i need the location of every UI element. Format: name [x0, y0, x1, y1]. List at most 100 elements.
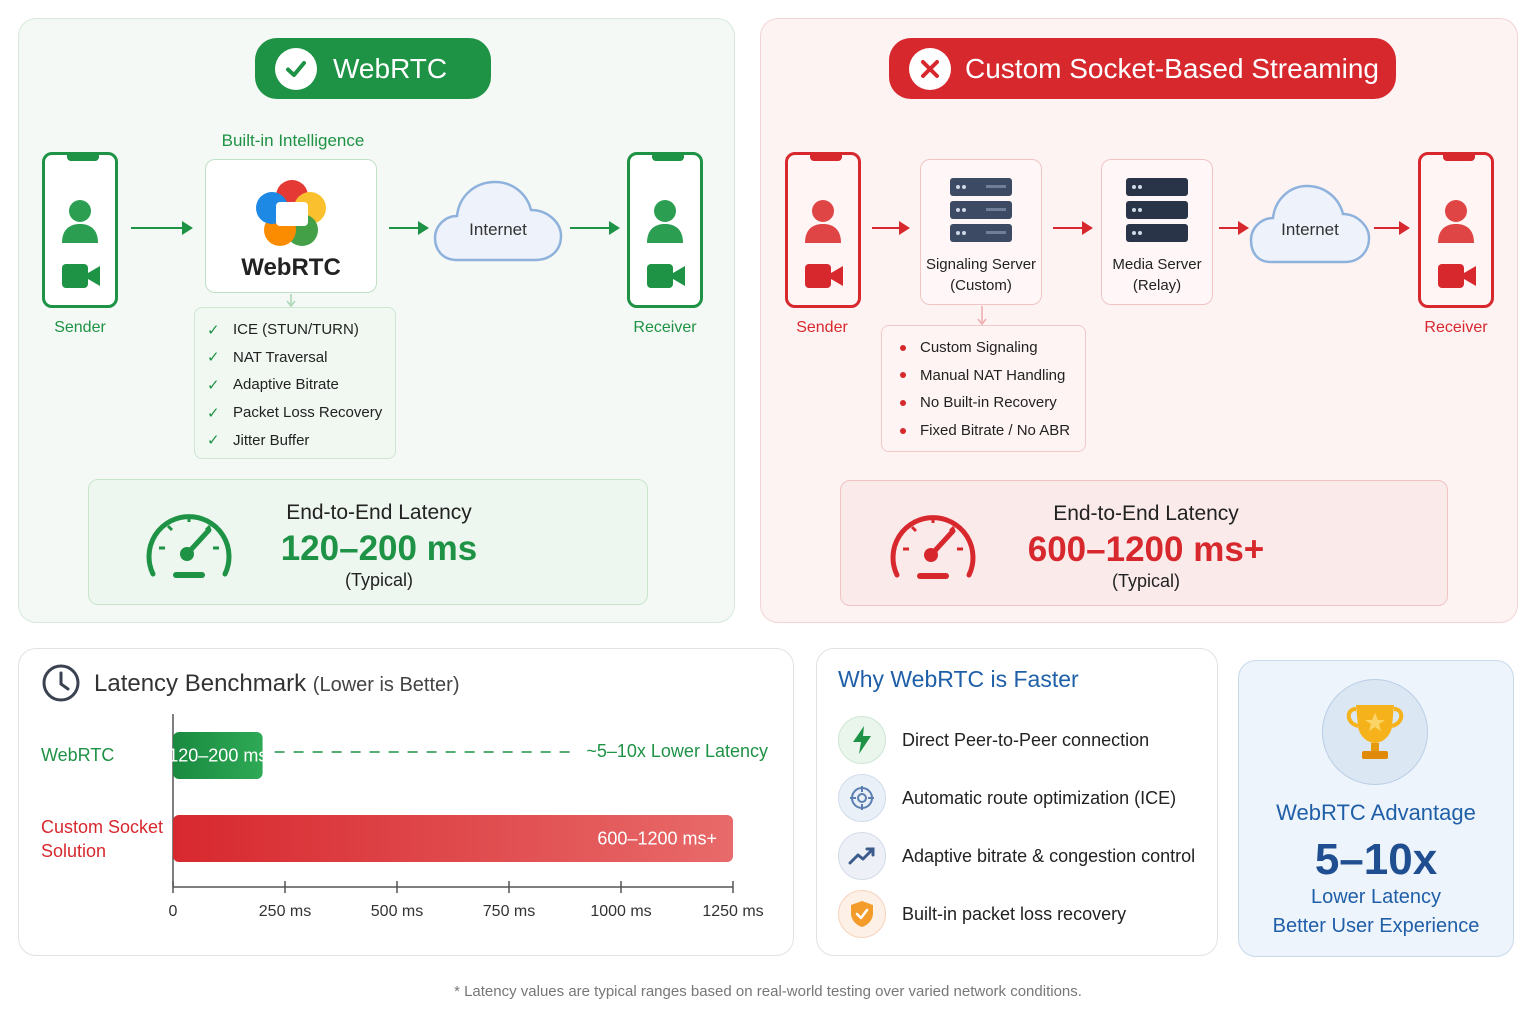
sender-label: Sender [54, 319, 106, 336]
webrtc-logo-icon [256, 180, 326, 246]
arrow-right-icon [1219, 221, 1249, 235]
advantage-value: 5–10x [1314, 835, 1438, 884]
footnote: * Latency values are typical ranges base… [454, 983, 1082, 1000]
connector-arrow-icon [977, 306, 987, 326]
custom-feature-list: Custom Signaling Manual NAT Handling No … [881, 325, 1086, 452]
video-camera-icon [805, 264, 843, 288]
x-circle-icon [909, 47, 951, 90]
media-server-label: Media Server [1112, 256, 1202, 273]
shield-check-icon [838, 890, 886, 938]
x-tick-label: 1250 ms [702, 903, 763, 920]
comparison-label: ~5–10x Lower Latency [586, 741, 768, 761]
receiver-label: Receiver [1424, 319, 1488, 336]
bar-data-label: 600–1200 ms+ [597, 829, 717, 849]
speedometer-icon [890, 515, 976, 579]
video-camera-icon [62, 264, 100, 288]
list-item: Fixed Bitrate / No ABR [894, 417, 1073, 445]
custom-latency-card: End-to-End Latency 600–1200 ms+ (Typical… [840, 480, 1448, 606]
why-title: Why WebRTC is Faster [838, 666, 1079, 692]
x-tick-label: 500 ms [371, 903, 423, 920]
internet-label: Internet [1281, 220, 1339, 239]
connector-arrow-icon [286, 294, 296, 308]
arrow-right-icon [1374, 221, 1410, 235]
x-tick-label: 0 [169, 903, 178, 920]
clock-icon [42, 664, 80, 702]
webrtc-title-pill: WebRTC [255, 38, 491, 99]
x-tick-label: 750 ms [483, 903, 535, 920]
advantage-line-2: Better User Experience [1272, 915, 1480, 937]
list-item: ✓ Packet Loss Recovery [207, 404, 383, 422]
x-tick-label: 1000 ms [590, 903, 651, 920]
webrtc-engine-box: WebRTC [205, 159, 377, 293]
latency-value: 120–200 ms [280, 529, 478, 568]
check-icon: ✓ [207, 321, 220, 339]
why-item: Adaptive bitrate & congestion control [838, 832, 1195, 880]
receiver-phone-icon [627, 152, 703, 308]
custom-title-pill: Custom Socket-Based Streaming [889, 38, 1396, 99]
check-icon: ✓ [207, 432, 220, 450]
list-item: ✓ NAT Traversal [207, 348, 328, 367]
signaling-server-sublabel: (Custom) [950, 277, 1012, 294]
benchmark-title-row: Latency Benchmark (Lower is Better) [94, 670, 460, 698]
why-item: Built-in packet loss recovery [838, 890, 1126, 938]
list-item: No Built-in Recovery [894, 389, 1073, 417]
check-circle-icon [275, 47, 317, 90]
category-label: Custom Socket [41, 817, 163, 837]
latency-value: 600–1200 ms+ [1027, 530, 1265, 569]
builtin-intelligence-label: Built-in Intelligence [221, 131, 365, 150]
receiver-phone-icon [1418, 152, 1494, 308]
list-item: Custom Signaling [894, 334, 1073, 362]
latency-title: End-to-End Latency [286, 501, 472, 524]
check-icon: ✓ [207, 349, 220, 367]
advantage-title: WebRTC Advantage [1276, 800, 1476, 825]
webrtc-feature-list: ✓ ICE (STUN/TURN) ✓ NAT Traversal ✓ Adaptiv… [194, 307, 396, 459]
bullet-icon [900, 427, 906, 434]
speedometer-icon [146, 514, 232, 578]
arrow-right-icon [389, 221, 429, 235]
lightning-icon [838, 716, 886, 764]
network-icon [838, 774, 886, 822]
user-icon [647, 200, 683, 243]
benchmark-title-suffix: (Lower is Better) [312, 674, 460, 696]
list-item: ✓ Jitter Buffer [207, 431, 310, 450]
media-server-sublabel: (Relay) [1132, 277, 1182, 294]
arrow-right-icon [570, 221, 620, 235]
why-item: Direct Peer-to-Peer connection [838, 716, 1149, 764]
server-icon [1126, 178, 1188, 242]
arrow-right-icon [131, 221, 193, 235]
latency-subtitle: (Typical) [1111, 571, 1180, 591]
receiver-label: Receiver [633, 319, 697, 336]
internet-label: Internet [469, 220, 527, 239]
user-icon [805, 200, 841, 243]
cloud-icon [433, 180, 563, 262]
webrtc-latency-card: End-to-End Latency 120–200 ms (Typical) [88, 479, 648, 605]
sender-phone-icon [785, 152, 861, 308]
trophy-icon [1322, 679, 1428, 785]
category-label: Solution [41, 841, 106, 861]
category-label: WebRTC [41, 745, 114, 765]
user-icon [1438, 200, 1474, 243]
bullet-icon [900, 399, 906, 406]
server-icon [950, 178, 1012, 242]
sender-phone-icon [42, 152, 118, 308]
sender-label: Sender [796, 319, 848, 336]
video-camera-icon [647, 264, 685, 288]
benchmark-chart: 0 250 ms 500 ms 750 ms 1000 ms 1250 ms 120–200… [41, 714, 768, 920]
check-icon: ✓ [207, 376, 220, 394]
custom-title: Custom Socket-Based Streaming [965, 52, 1379, 84]
media-server-box: Media Server (Relay) [1101, 159, 1213, 305]
video-camera-icon [1438, 264, 1476, 288]
signaling-server-label: Signaling Server [925, 256, 1037, 273]
bullet-icon [900, 372, 906, 379]
webrtc-title: WebRTC [333, 52, 448, 84]
bar-data-label: 120–200 ms [168, 746, 267, 766]
check-icon: ✓ [207, 404, 220, 422]
bullet-icon [900, 344, 906, 351]
list-item: ✓ ICE (STUN/TURN) [207, 321, 359, 339]
user-icon [62, 200, 98, 243]
cloud-icon [1249, 184, 1371, 264]
arrow-right-icon [1053, 221, 1093, 235]
latency-subtitle: (Typical) [344, 570, 413, 590]
why-item: Automatic route optimization (ICE) [838, 774, 1176, 822]
benchmark-title: Latency Benchmark [94, 670, 307, 697]
